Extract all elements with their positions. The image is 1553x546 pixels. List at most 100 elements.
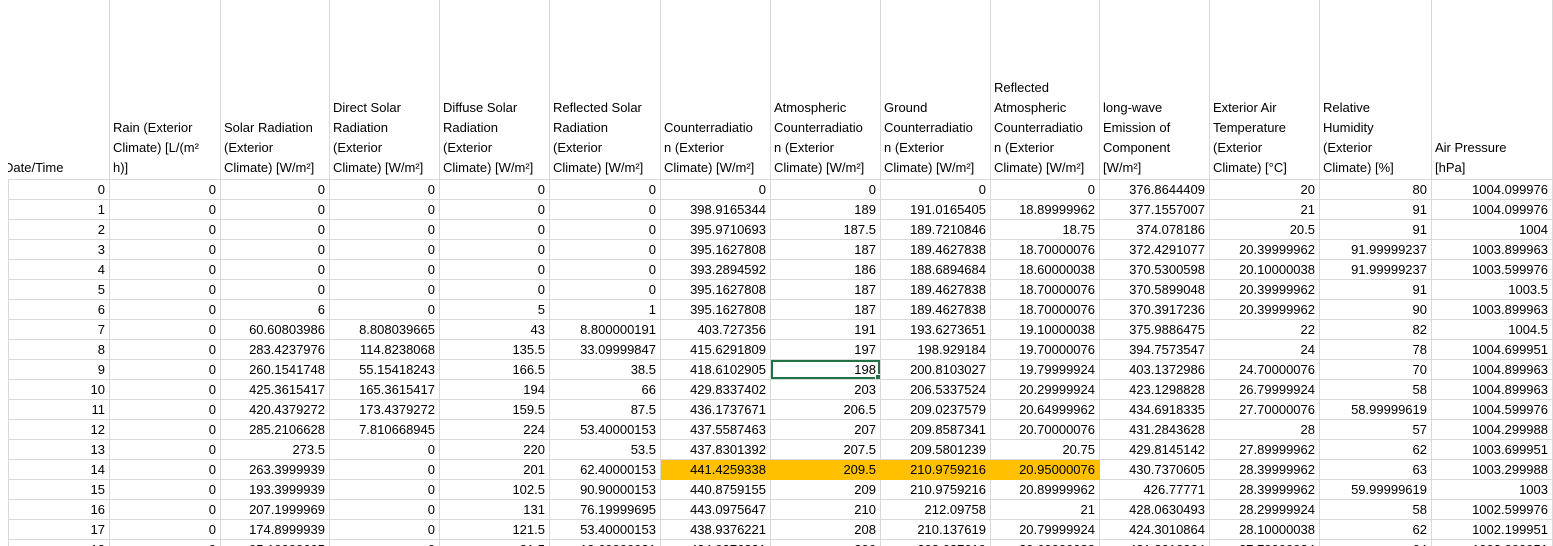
cell[interactable]: 1 [8, 200, 110, 220]
cell[interactable]: 8 [8, 340, 110, 360]
cell[interactable]: 53.40000153 [550, 420, 661, 440]
cell[interactable]: 0 [221, 220, 330, 240]
cell[interactable]: 91 [1320, 280, 1432, 300]
cell[interactable]: 395.1627808 [661, 300, 771, 320]
cell[interactable]: 372.4291077 [1100, 240, 1210, 260]
cell[interactable]: 1004.899963 [1432, 360, 1553, 380]
cell[interactable]: 0 [221, 280, 330, 300]
cell[interactable]: 8.800000191 [550, 320, 661, 340]
cell[interactable]: 403.1372986 [1100, 360, 1210, 380]
cell[interactable]: 201 [440, 460, 550, 480]
cell[interactable]: 20.39999962 [1210, 280, 1320, 300]
cell[interactable]: 187 [771, 240, 881, 260]
cell[interactable]: 82 [1320, 320, 1432, 340]
cell[interactable]: 7 [8, 320, 110, 340]
cell[interactable]: 0 [330, 180, 440, 200]
cell[interactable]: 18.70000076 [991, 240, 1100, 260]
cell[interactable]: 0 [110, 500, 221, 520]
cell[interactable]: 370.5899048 [1100, 280, 1210, 300]
cell[interactable]: 18 [8, 540, 110, 546]
cell[interactable]: 395.1627808 [661, 280, 771, 300]
cell[interactable]: 285.2106628 [221, 420, 330, 440]
cell[interactable]: 374.078186 [1100, 220, 1210, 240]
cell[interactable]: 394.7573547 [1100, 340, 1210, 360]
cell[interactable]: 28.10000038 [1210, 520, 1320, 540]
cell[interactable]: 375.9886475 [1100, 320, 1210, 340]
cell[interactable]: 13.69999981 [550, 540, 661, 546]
cell[interactable]: 135.5 [440, 340, 550, 360]
cell[interactable]: 208.637619 [881, 540, 991, 546]
cell[interactable]: 0 [661, 180, 771, 200]
column-header[interactable]: Date/Time [8, 0, 110, 180]
cell[interactable]: 0 [330, 460, 440, 480]
cell[interactable]: 198.929184 [881, 340, 991, 360]
cell[interactable]: 121.5 [440, 520, 550, 540]
cell[interactable]: 24 [1210, 340, 1320, 360]
cell[interactable]: 20.64999962 [991, 400, 1100, 420]
cell[interactable]: 90 [1320, 300, 1432, 320]
cell[interactable]: 19.70000076 [991, 340, 1100, 360]
cell[interactable]: 87.5 [550, 400, 661, 420]
cell[interactable]: 3 [8, 240, 110, 260]
cell[interactable]: 14 [8, 460, 110, 480]
cell[interactable]: 209.0237579 [881, 400, 991, 420]
column-header[interactable]: Reflected Solar Radiation (Exterior Clim… [550, 0, 661, 180]
cell[interactable]: 212.09758 [881, 500, 991, 520]
cell[interactable]: 1003.899963 [1432, 300, 1553, 320]
cell[interactable]: 434.9376221 [661, 540, 771, 546]
cell[interactable]: 0 [110, 440, 221, 460]
cell[interactable]: 206.5 [771, 400, 881, 420]
cell[interactable]: 1004 [1432, 220, 1553, 240]
cell[interactable]: 0 [330, 300, 440, 320]
cell[interactable]: 189.4627838 [881, 240, 991, 260]
cell[interactable]: 187 [771, 280, 881, 300]
cell[interactable]: 0 [8, 180, 110, 200]
cell[interactable]: 21 [991, 500, 1100, 520]
cell[interactable]: 166.5 [440, 360, 550, 380]
column-header[interactable]: Exterior Air Temperature (Exterior Clima… [1210, 0, 1320, 180]
cell[interactable]: 438.9376221 [661, 520, 771, 540]
cell[interactable]: 173.4379272 [330, 400, 440, 420]
cell[interactable]: 1003.699951 [1432, 440, 1553, 460]
cell[interactable]: 0 [550, 280, 661, 300]
cell[interactable]: 1004.899963 [1432, 380, 1553, 400]
cell[interactable]: 19.10000038 [991, 320, 1100, 340]
cell[interactable]: 209.5801239 [881, 440, 991, 460]
cell[interactable]: 26.79999924 [1210, 380, 1320, 400]
cell[interactable]: 18.75 [991, 220, 1100, 240]
cell[interactable]: 207.1999969 [221, 500, 330, 520]
cell[interactable]: 20.29999924 [991, 380, 1100, 400]
highlighted-cell[interactable]: 20.95000076 [991, 460, 1100, 480]
cell[interactable]: 0 [440, 220, 550, 240]
cell[interactable]: 0 [440, 180, 550, 200]
cell[interactable]: 53.5 [550, 440, 661, 460]
cell[interactable]: 0 [110, 400, 221, 420]
cell[interactable]: 0 [110, 340, 221, 360]
cell[interactable]: 440.8759155 [661, 480, 771, 500]
cell[interactable]: 63 [1320, 460, 1432, 480]
cell[interactable]: 208 [771, 520, 881, 540]
cell[interactable]: 376.8644409 [1100, 180, 1210, 200]
cell[interactable]: 424.3010864 [1100, 520, 1210, 540]
cell[interactable]: 0 [110, 280, 221, 300]
cell[interactable]: 20.60000038 [991, 540, 1100, 546]
cell[interactable]: 0 [330, 260, 440, 280]
cell[interactable]: 5 [8, 280, 110, 300]
cell[interactable]: 15 [8, 480, 110, 500]
highlighted-cell[interactable]: 209.5 [771, 460, 881, 480]
cell[interactable]: 420.4379272 [221, 400, 330, 420]
cell[interactable]: 22 [1210, 320, 1320, 340]
cell[interactable]: 7.810668945 [330, 420, 440, 440]
cell[interactable]: 27.79999924 [1210, 540, 1320, 546]
cell[interactable]: 191.0165405 [881, 200, 991, 220]
cell[interactable]: 200.8103027 [881, 360, 991, 380]
cell[interactable]: 1003.899963 [1432, 240, 1553, 260]
cell[interactable]: 0 [110, 460, 221, 480]
cell[interactable]: 131 [440, 500, 550, 520]
column-header[interactable]: Direct Solar Radiation (Exterior Climate… [330, 0, 440, 180]
cell[interactable]: 193.3999939 [221, 480, 330, 500]
cell[interactable]: 174.8999939 [221, 520, 330, 540]
column-header[interactable]: Rain (Exterior Climate) [L/(m² h)] [110, 0, 221, 180]
cell[interactable]: 58 [1320, 380, 1432, 400]
cell[interactable]: 20.39999962 [1210, 240, 1320, 260]
